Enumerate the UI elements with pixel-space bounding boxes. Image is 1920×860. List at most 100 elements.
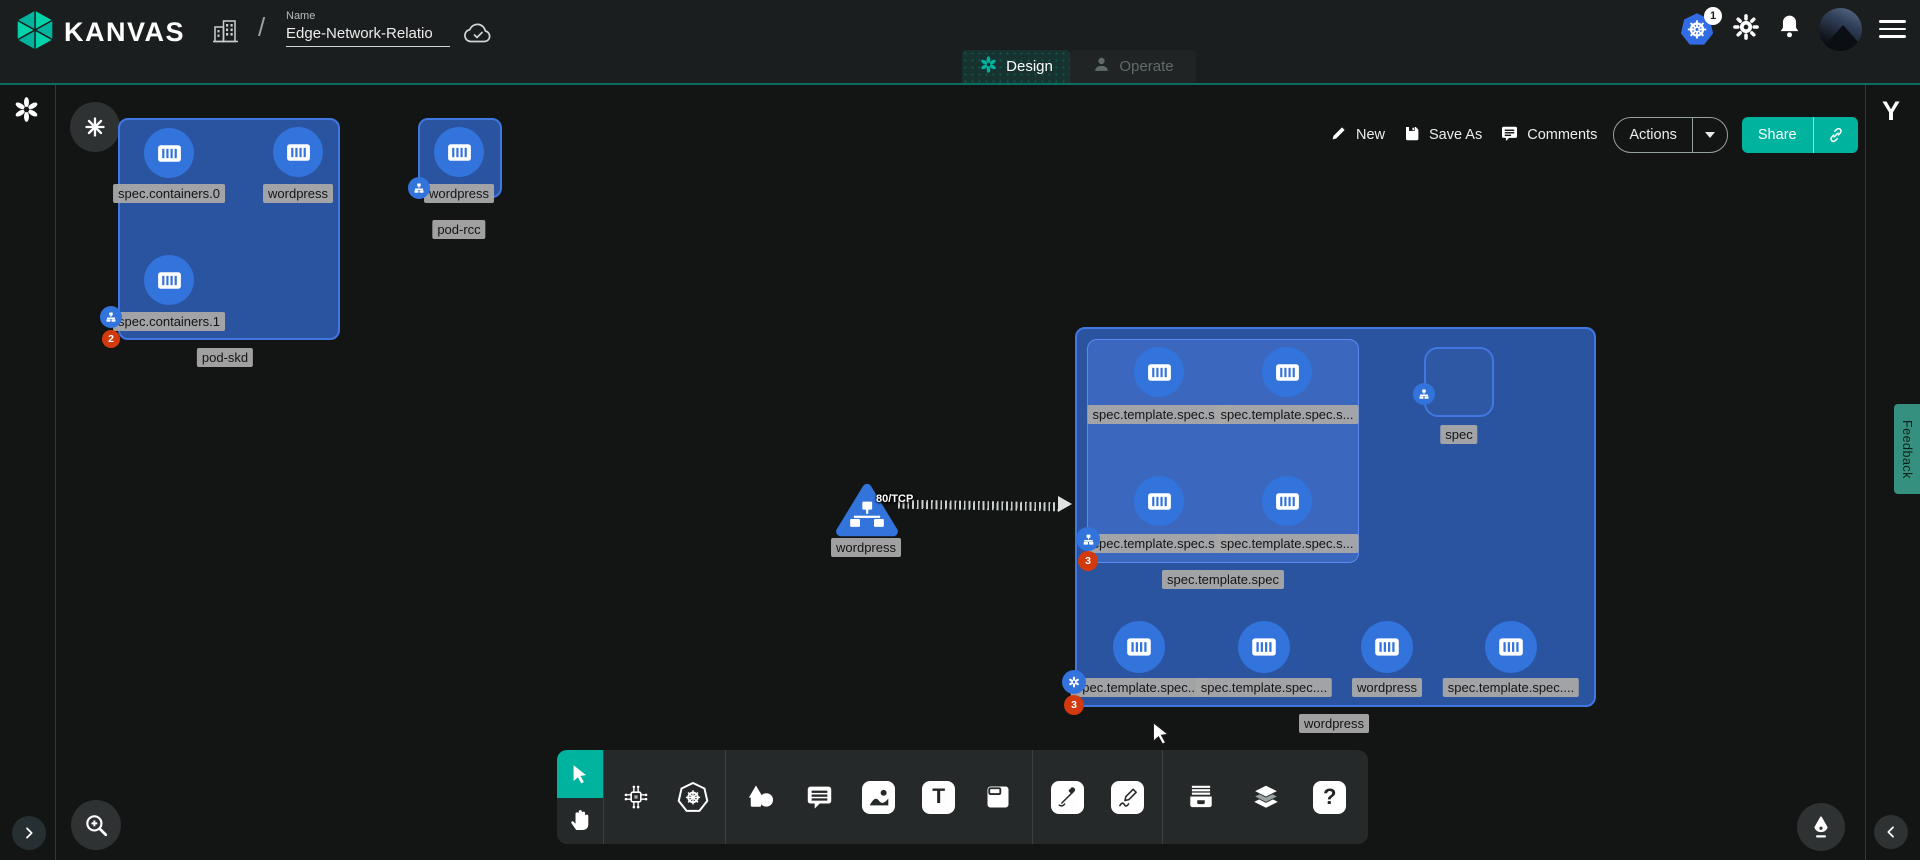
line-draw-tool-button[interactable] [1041,767,1093,827]
brand-wordmark: KANVAS [64,17,185,48]
hamburger-menu-icon[interactable] [1879,20,1906,38]
share-button-label[interactable]: Share [1742,117,1813,153]
pod-icon-badge[interactable] [1413,383,1435,405]
expand-left-panel-button[interactable] [12,816,46,850]
chevron-down-icon [1705,132,1715,138]
zoom-button[interactable] [71,800,121,850]
annotation-tools: T [726,750,1032,844]
tab-operate[interactable]: Operate [1070,50,1196,83]
design-name-label: Name [286,10,450,22]
container-node[interactable] [144,128,194,178]
node-label: spec.template.spec.s... [1088,405,1231,424]
node-label: spec.containers.1 [113,312,225,331]
group-label: spec.template.spec [1162,570,1284,589]
container-node[interactable] [434,127,484,177]
service-edge[interactable] [898,500,1060,512]
yaml-panel-toggle[interactable]: Y [1882,96,1900,127]
comments-button[interactable]: Comments [1498,120,1599,151]
kanvas-app: KANVAS / Name [0,0,1920,860]
operate-mode-icon [1092,55,1111,78]
error-count-badge[interactable]: 3 [1078,551,1098,571]
comments-button-label: Comments [1527,127,1597,143]
k8s-context-button[interactable]: 1 [1679,11,1715,47]
design-name-input[interactable] [286,24,450,47]
container-node[interactable] [1238,621,1290,673]
app-header: KANVAS / Name [0,0,1920,85]
design-name-field: Name [286,10,450,47]
pan-tool-button[interactable] [557,798,603,844]
edge-arrowhead [1058,496,1072,512]
container-node[interactable] [144,255,194,305]
text-tool-button[interactable]: T [913,767,965,827]
node-label: spec.template.spec.... [1443,678,1579,697]
group-label: pod-skd [197,348,253,367]
pod-icon-badge[interactable] [100,306,122,328]
settings-gear-icon[interactable] [1732,13,1760,46]
pod-icon-badge[interactable] [408,177,430,199]
help-tool-button[interactable]: ? [1304,767,1356,827]
meshery-icon-badge[interactable] [1062,670,1086,694]
group-label: wordpress [1299,714,1369,733]
error-count-badge[interactable]: 3 [1064,695,1084,715]
comment-icon [1500,124,1519,147]
design-mode-icon [979,55,998,78]
layers-tool-button[interactable] [1240,767,1292,827]
pod-icon-badge[interactable] [1076,527,1100,551]
notifications-bell-icon[interactable] [1777,13,1802,45]
node-label: wordpress [424,184,494,203]
new-button-label: New [1356,127,1385,143]
container-node[interactable] [1113,621,1165,673]
image-tool-button[interactable] [853,767,905,827]
node-label: wordpress [1352,678,1422,697]
actions-dropdown-toggle[interactable] [1692,118,1727,152]
new-button[interactable]: New [1328,120,1387,150]
note-tool-button[interactable] [972,767,1024,827]
freehand-draw-tool-button[interactable] [1102,767,1154,827]
kubernetes-tool-button[interactable] [667,767,719,827]
pencil-icon [1330,124,1348,146]
pen-mode-button[interactable] [1797,803,1845,851]
container-node[interactable] [1262,347,1312,397]
node-label: spec.template.spec.s... [1216,405,1359,424]
layout-freeze-button[interactable] [70,102,120,152]
drawer-tool-button[interactable] [1175,767,1227,827]
share-split-button[interactable]: Share [1742,117,1858,153]
container-node[interactable] [1361,621,1413,673]
save-as-button[interactable]: Save As [1401,120,1484,150]
container-node[interactable] [1262,476,1312,526]
group-spec-template-spec[interactable] [1087,339,1359,563]
service-node[interactable] [834,482,900,545]
comment-tool-button[interactable] [793,767,845,827]
container-node[interactable] [1134,476,1184,526]
select-tool-button[interactable] [557,750,603,798]
kanvas-logo[interactable]: KANVAS [14,8,185,57]
shapes-tool-button[interactable] [734,767,786,827]
node-label: spec.template.spec.... [1196,678,1332,697]
right-rail-divider [1865,85,1866,860]
group-label: pod-rcc [432,220,485,239]
components-tool-button[interactable] [610,767,662,827]
error-count-badge[interactable]: 2 [102,330,120,348]
actions-split-button[interactable]: Actions [1613,117,1728,153]
collapse-right-panel-button[interactable] [1874,815,1908,849]
save-as-button-label: Save As [1429,127,1482,143]
container-node[interactable] [1485,621,1537,673]
save-icon [1403,124,1421,146]
copy-link-button[interactable] [1813,117,1858,153]
spec-node[interactable] [1424,347,1494,417]
node-label: spec.template.spec.... [1071,678,1207,697]
node-label: spec.template.spec.s... [1088,534,1231,553]
user-avatar[interactable] [1819,8,1862,51]
container-node[interactable] [1134,347,1184,397]
breadcrumb-separator: / [258,12,265,43]
tab-design[interactable]: Design [962,50,1070,83]
feedback-tab[interactable]: Feedback [1894,404,1920,494]
actions-button-label[interactable]: Actions [1614,118,1692,152]
help-icon: ? [1313,781,1346,814]
tab-operate-label: Operate [1119,58,1173,75]
meshery-logo-icon[interactable] [13,96,40,128]
canvas-toolbar: T [557,750,1368,844]
container-node[interactable] [273,127,323,177]
mouse-cursor [1148,720,1174,751]
organization-icon[interactable] [212,17,239,51]
